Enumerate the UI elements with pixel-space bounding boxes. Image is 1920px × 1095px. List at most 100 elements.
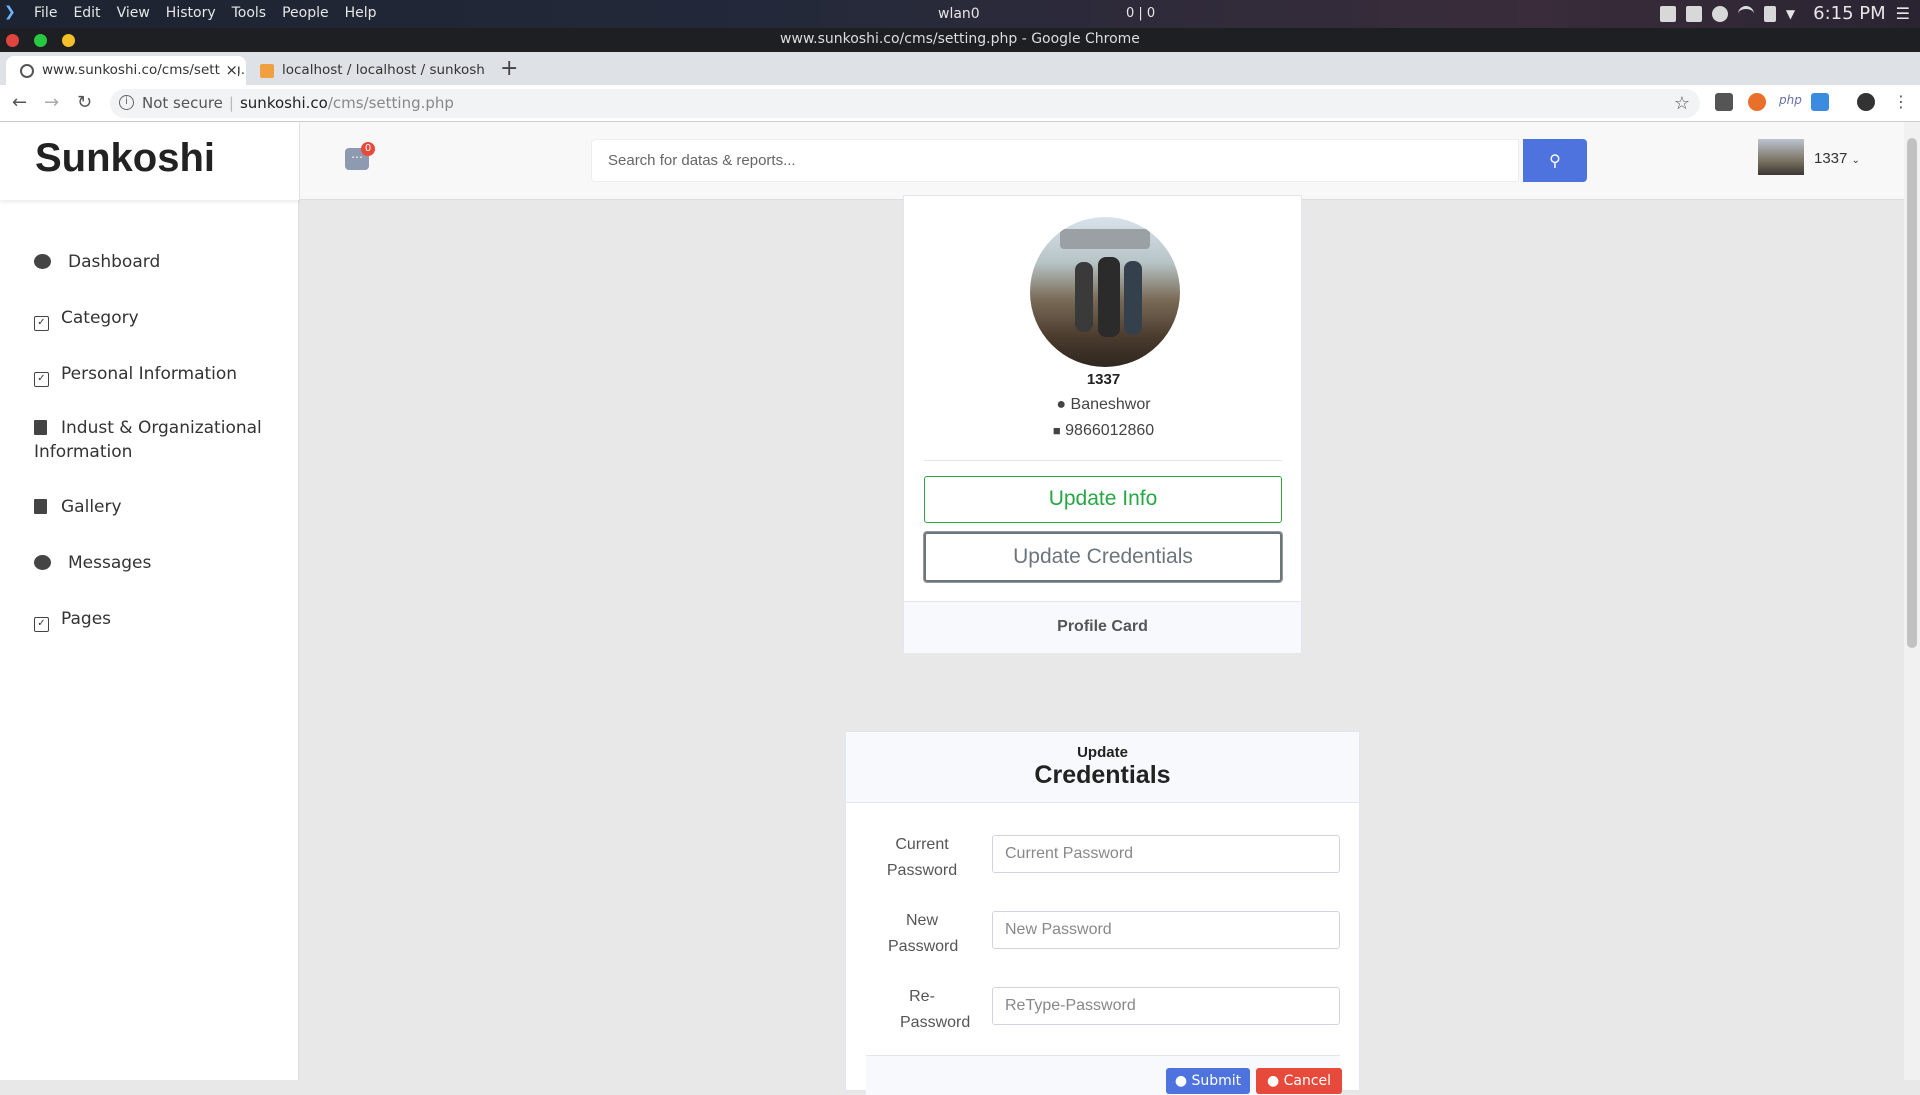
- hamburger-icon[interactable]: ☰: [1896, 4, 1910, 23]
- volume-icon[interactable]: [1763, 5, 1776, 22]
- sidebar-item-personal-information[interactable]: ✓ Personal Information: [34, 362, 264, 387]
- phone-icon: ■: [1052, 423, 1061, 438]
- back-arrow-icon[interactable]: ←: [12, 92, 27, 113]
- menu-file[interactable]: File: [34, 5, 57, 21]
- more-menu-icon[interactable]: ⋮: [1893, 92, 1909, 111]
- current-password-input[interactable]: Current Password: [992, 835, 1340, 873]
- new-tab-button[interactable]: +: [500, 56, 518, 81]
- credentials-card: Update Credentials Current Password Curr…: [845, 731, 1360, 1095]
- page-scrollbar[interactable]: [1904, 122, 1920, 1080]
- message-count-badge: 0: [361, 142, 375, 156]
- sidebar-item-label: Category: [61, 308, 139, 328]
- menu-people[interactable]: People: [282, 5, 329, 21]
- user-avatar[interactable]: [1758, 139, 1804, 175]
- facebook-ext-icon[interactable]: [1715, 93, 1733, 111]
- sidebar-item-industrial-info[interactable]: Indust & Organizational Information: [34, 416, 264, 464]
- retype-password-input[interactable]: ReType-Password: [992, 987, 1340, 1025]
- cancel-label: Cancel: [1283, 1073, 1332, 1089]
- profile-avatar-icon[interactable]: [1857, 93, 1875, 111]
- checkbox-icon: ✓: [34, 372, 49, 387]
- network-name: wlan0: [938, 6, 980, 22]
- credentials-heading: Credentials: [1034, 761, 1171, 789]
- gauge-icon: [34, 254, 51, 269]
- checkbox-icon: ✓: [34, 617, 49, 632]
- php-ext-icon[interactable]: php: [1779, 93, 1803, 111]
- tab-title: localhost / localhost / sunkoshi: [282, 62, 486, 78]
- location-text: Baneshwor: [1070, 396, 1151, 413]
- system-tray: ▼ 6:15 PM ☰: [1659, 3, 1910, 24]
- trash-icon[interactable]: [1659, 5, 1676, 22]
- tab-localhost[interactable]: localhost / localhost / sunkoshi: [246, 56, 486, 85]
- os-top-bar: ❯ File Edit View History Tools People He…: [0, 0, 1920, 28]
- window-titlebar: www.sunkoshi.co/cms/setting.php - Google…: [0, 28, 1920, 52]
- window-title: www.sunkoshi.co/cms/setting.php - Google…: [780, 31, 1140, 47]
- submit-button[interactable]: ● Submit: [1166, 1068, 1250, 1094]
- user-name: 1337: [1814, 150, 1848, 167]
- globe-icon: [20, 64, 34, 78]
- distro-logo-icon[interactable]: ❯: [4, 4, 18, 22]
- profile-card-footer: Profile Card: [904, 601, 1301, 653]
- menu-history[interactable]: History: [166, 5, 216, 21]
- profile-card: 1337 ● Baneshwor ■ 9866012860 Update Inf…: [903, 195, 1302, 653]
- credentials-header: Update Credentials: [846, 732, 1359, 803]
- chevron-down-icon: ⌄: [1851, 155, 1860, 166]
- update-info-button[interactable]: Update Info: [924, 476, 1282, 523]
- maximize-window-button[interactable]: [34, 34, 47, 47]
- sidebar-item-label: Messages: [68, 553, 152, 573]
- divider: [924, 460, 1282, 461]
- cancel-button[interactable]: ● Cancel: [1256, 1068, 1342, 1094]
- search-icon: ⚲: [1549, 151, 1561, 170]
- phone-text: 9866012860: [1065, 422, 1155, 439]
- checkbox-icon: ✓: [34, 316, 49, 331]
- re-password-label: Re-Password: [900, 988, 971, 1031]
- forward-arrow-icon[interactable]: →: [44, 92, 59, 113]
- caret-down-icon[interactable]: ▼: [1786, 7, 1795, 21]
- minimize-window-button[interactable]: [62, 34, 75, 47]
- profile-avatar: [1030, 217, 1180, 367]
- sidebar-item-pages[interactable]: ✓ Pages: [34, 607, 264, 632]
- clipboard-icon[interactable]: [1685, 5, 1702, 22]
- sidebar-item-messages[interactable]: Messages: [34, 551, 264, 575]
- sidebar: Sunkoshi Dashboard ✓ Category ✓ Personal I…: [0, 122, 299, 1080]
- brand-logo[interactable]: Sunkoshi: [0, 122, 299, 200]
- menu-edit[interactable]: Edit: [73, 5, 100, 21]
- omnibox[interactable]: i Not secure | sunkoshi.co/cms/setting.php…: [110, 89, 1700, 118]
- sidebar-item-label: Gallery: [61, 497, 122, 517]
- fire-ext-icon[interactable]: [1748, 93, 1766, 111]
- reload-icon[interactable]: ↻: [77, 92, 92, 113]
- tab-sunkoshi[interactable]: www.sunkoshi.co/cms/setting.php ×: [6, 56, 246, 85]
- sidebar-item-category[interactable]: ✓ Category: [34, 306, 264, 331]
- credentials-heading-small: Update: [1077, 744, 1128, 761]
- sidebar-item-label: Dashboard: [68, 252, 161, 272]
- sidebar-item-gallery[interactable]: Gallery: [34, 495, 264, 519]
- address-bar-row: ← → ↻ i Not secure | sunkoshi.co/cms/setti…: [0, 85, 1920, 122]
- search-button[interactable]: ⚲: [1523, 139, 1587, 182]
- new-password-label: New Password: [888, 912, 959, 955]
- map-marker-icon: ●: [1056, 396, 1067, 413]
- close-tab-icon[interactable]: ×: [221, 56, 238, 85]
- info-icon[interactable]: i: [119, 95, 134, 110]
- url-host: sunkoshi.co: [239, 94, 328, 112]
- wifi-icon[interactable]: [1737, 5, 1754, 22]
- close-window-button[interactable]: [6, 34, 19, 47]
- translate-ext-icon[interactable]: [1811, 93, 1829, 111]
- search-input[interactable]: Search for datas & reports...: [591, 139, 1519, 182]
- menu-help[interactable]: Help: [345, 5, 377, 21]
- submit-label: Submit: [1191, 1073, 1242, 1089]
- update-credentials-button[interactable]: Update Credentials: [924, 532, 1282, 582]
- sidebar-item-label: Indust & Organizational Information: [34, 418, 262, 462]
- profile-phone: ■ 9866012860: [904, 422, 1303, 440]
- bookmark-star-icon[interactable]: ☆: [1674, 89, 1690, 118]
- new-password-input[interactable]: New Password: [992, 911, 1340, 949]
- menu-tools[interactable]: Tools: [232, 5, 267, 21]
- user-dropdown[interactable]: 1337 ⌄: [1814, 150, 1860, 167]
- tab-strip: www.sunkoshi.co/cms/setting.php × localh…: [0, 52, 1920, 85]
- cloud-icon[interactable]: [1711, 5, 1728, 22]
- sidebar-item-dashboard[interactable]: Dashboard: [34, 250, 264, 274]
- clock: 6:15 PM: [1813, 3, 1886, 24]
- tab-title: www.sunkoshi.co/cms/setting.php: [42, 62, 246, 78]
- gauge-icon: [34, 555, 51, 570]
- menu-view[interactable]: View: [117, 5, 150, 21]
- scrollbar-thumb[interactable]: [1907, 138, 1917, 648]
- phpmyadmin-icon: [260, 64, 274, 78]
